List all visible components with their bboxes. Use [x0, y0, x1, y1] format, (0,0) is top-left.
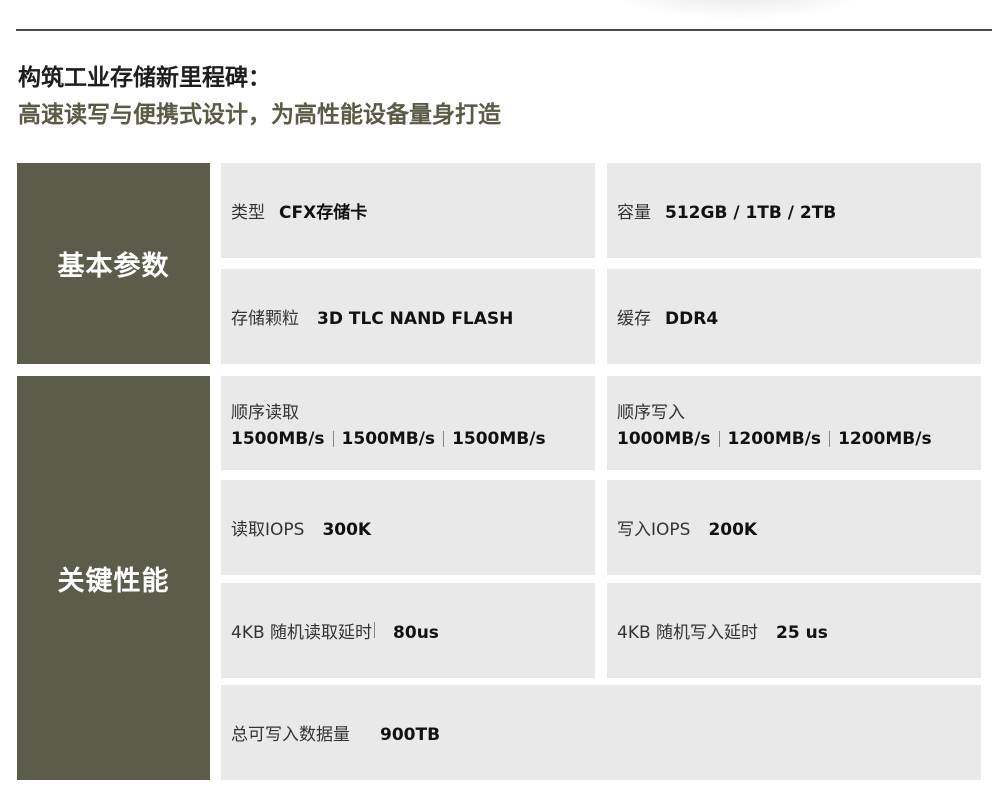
spec-label: 顺序写入: [617, 402, 685, 423]
spec-cell-read-iops: 读取IOPS 300K: [221, 480, 595, 575]
value-separator: [443, 430, 445, 447]
speed-value: 1500MB/s: [231, 428, 325, 449]
spec-label: 总可写入数据量: [231, 725, 350, 745]
spec-cell-cache: 缓存 DDR4: [607, 269, 981, 364]
spec-value: 300K: [322, 520, 372, 540]
section-label-performance: 关键性能: [17, 376, 210, 780]
speed-value: 1000MB/s: [617, 428, 711, 449]
spec-label: 存储颗粒: [231, 309, 299, 329]
spec-value: 25 us: [776, 623, 828, 643]
speed-value: 1200MB/s: [838, 428, 932, 449]
section-label-basic: 基本参数: [17, 163, 210, 364]
spec-label: 写入IOPS: [617, 520, 691, 540]
label-separator: [374, 622, 376, 638]
spec-label: 4KB 随机读取延时: [231, 623, 373, 643]
spec-value: 900TB: [380, 725, 441, 745]
spec-cell-tbw: 总可写入数据量 900TB: [221, 685, 981, 780]
spec-label: 缓存: [617, 309, 651, 329]
spec-cell-write-latency: 4KB 随机写入延时 25 us: [607, 583, 981, 678]
speed-values: 1000MB/s 1200MB/s 1200MB/s: [617, 429, 981, 449]
spec-value: CFX存储卡: [279, 203, 368, 223]
spec-label: 4KB 随机写入延时: [617, 623, 759, 643]
value-separator: [829, 430, 831, 447]
spec-value: 3D TLC NAND FLASH: [317, 309, 514, 329]
speed-values: 1500MB/s 1500MB/s 1500MB/s: [231, 429, 595, 449]
spec-cell-seq-read: 顺序读取 1500MB/s 1500MB/s 1500MB/s: [221, 376, 595, 470]
spec-value: 80us: [393, 623, 439, 643]
speed-value: 1200MB/s: [727, 428, 822, 449]
spec-cell-capacity: 容量 512GB / 1TB / 2TB: [607, 163, 981, 258]
speed-value: 1500MB/s: [452, 428, 546, 449]
spec-value: 512GB / 1TB / 2TB: [665, 203, 837, 223]
decorative-shadow: [610, 0, 870, 20]
spec-value: DDR4: [665, 309, 719, 329]
spec-label: 顺序读取: [231, 402, 299, 423]
spec-cell-write-iops: 写入IOPS 200K: [607, 480, 981, 575]
spec-label: 读取IOPS: [231, 520, 305, 540]
speed-value: 1500MB/s: [341, 428, 436, 449]
value-separator: [332, 430, 334, 447]
spec-value: 200K: [708, 520, 758, 540]
spec-cell-seq-write: 顺序写入 1000MB/s 1200MB/s 1200MB/s: [607, 376, 981, 470]
spec-label: 类型: [231, 203, 265, 223]
spec-cell-type: 类型 CFX存储卡: [221, 163, 595, 258]
spec-label: 容量: [617, 203, 651, 223]
page-subtitle: 高速读写与便携式设计，为高性能设备量身打造: [18, 102, 501, 128]
spec-cell-read-latency: 4KB 随机读取延时 80us: [221, 583, 595, 678]
page-title: 构筑工业存储新里程碑：: [18, 65, 271, 91]
spec-cell-flash: 存储颗粒 3D TLC NAND FLASH: [221, 269, 595, 364]
top-divider: [16, 29, 992, 31]
value-separator: [718, 430, 720, 447]
